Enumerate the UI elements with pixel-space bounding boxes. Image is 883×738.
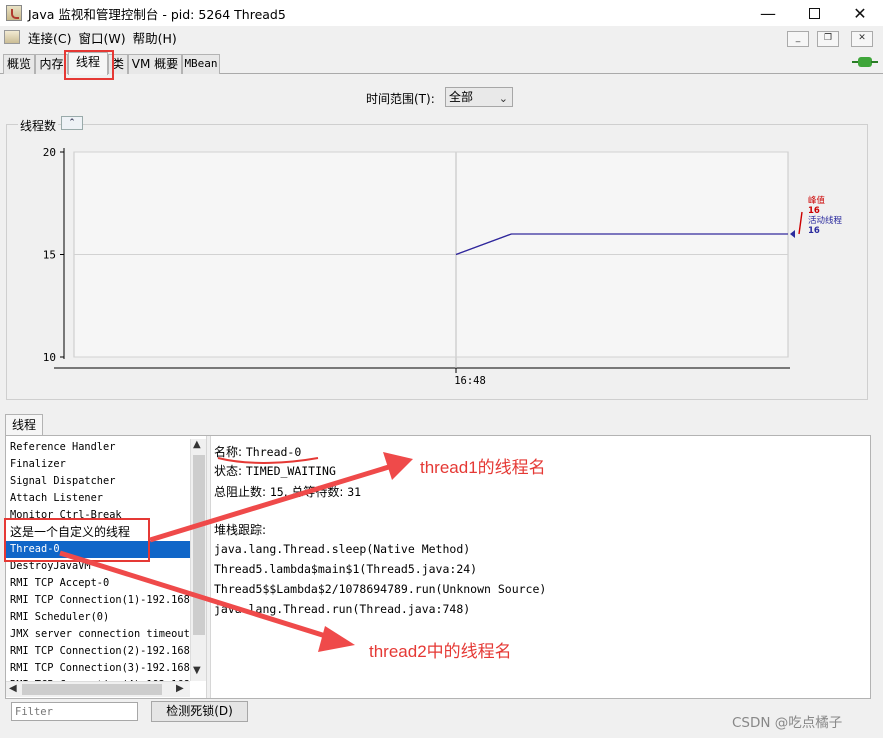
window-minimize-button[interactable]: — [745, 0, 791, 26]
window-maximize-button[interactable] [791, 0, 837, 26]
thread-filter-input[interactable] [11, 702, 138, 721]
menu-window[interactable]: 窗口(W) [76, 28, 130, 47]
thread-list-item[interactable]: RMI TCP Accept-0 [6, 575, 190, 592]
scroll-thumb[interactable] [193, 455, 205, 635]
thread-list-item[interactable]: Signal Dispatcher [6, 473, 190, 490]
tab-mbean[interactable]: MBean [182, 54, 220, 74]
scroll-left-icon[interactable]: ◀ [9, 683, 17, 694]
y-tick-label: 10 [43, 351, 56, 364]
annotation-thread1: thread1的线程名 [420, 458, 546, 477]
detail-state-row: 状态: TIMED_WAITING [214, 464, 336, 478]
thread-list-item[interactable]: RMI Scheduler(0) [6, 609, 190, 626]
custom-thread-highlight-box [4, 518, 150, 562]
scroll-up-icon[interactable]: ▲ [193, 439, 201, 450]
window-close-button[interactable]: ✕ [837, 0, 883, 26]
document-java-icon[interactable] [4, 30, 20, 44]
java-cup-icon [6, 5, 22, 21]
thread-list-item[interactable]: RMI TCP Connection(1)-192.168. [6, 592, 190, 609]
legend-peak-marker [798, 211, 803, 235]
time-range-label: 时间范围(T): [366, 92, 435, 106]
maximize-icon [808, 7, 820, 19]
inner-restore-button[interactable]: ❐ [817, 31, 839, 47]
thread-list-item[interactable]: Finalizer [6, 456, 190, 473]
legend-value: 16 [808, 206, 820, 216]
chevron-down-icon: ⌄ [498, 92, 508, 105]
thread-list-item[interactable]: JMX server connection timeout [6, 626, 190, 643]
stack-trace-label: 堆栈跟踪: [214, 523, 267, 537]
time-range-select[interactable]: 全部 ⌄ [445, 87, 513, 107]
legend-marker [790, 230, 795, 238]
detail-name-row: 名称: Thread-0 [214, 445, 302, 459]
scroll-right-icon[interactable]: ▶ [176, 683, 184, 694]
legend-value: 16 [808, 226, 820, 236]
legend-label: 活动线程 [808, 215, 843, 226]
inner-minimize-button[interactable]: _ [787, 31, 809, 47]
menu-help[interactable]: 帮助(H) [131, 28, 182, 47]
split-pane-divider[interactable] [206, 436, 211, 698]
jconsole-window: Java 监视和管理控制台 - pid: 5264 Thread5 — ✕ 连接… [0, 0, 883, 738]
thread-count-chart: 20151016:48峰值16活动线程16 [43, 146, 843, 387]
connection-plug-icon [852, 55, 878, 69]
tab-vm-summary[interactable]: VM 概要 [128, 54, 182, 74]
thread-list-item[interactable]: RMI TCP Connection(3)-192.168. [6, 660, 190, 677]
thread-list-vscrollbar[interactable]: ▲ ▼ [190, 439, 206, 681]
thread-list-item[interactable]: RMI TCP Connection(2)-192.168. [6, 643, 190, 660]
thread-list-item[interactable]: Reference Handler [6, 439, 190, 456]
threads-subtab[interactable]: 线程 [5, 414, 43, 436]
watermark: CSDN @吃点橘子 [732, 715, 843, 731]
thread-list-hscrollbar[interactable]: ◀ ▶ [6, 681, 190, 697]
annotation-thread2: thread2中的线程名 [369, 642, 512, 661]
window-title: Java 监视和管理控制台 - pid: 5264 Thread5 [28, 6, 286, 22]
menu-connection[interactable]: 连接(C) [26, 28, 76, 47]
inner-close-button[interactable]: ✕ [851, 31, 873, 47]
stack-frame: java.lang.Thread.sleep(Native Method) [214, 542, 471, 556]
tab-highlight-box [64, 50, 114, 80]
menu-bar: 连接(C) 窗口(W) 帮助(H) [0, 26, 883, 48]
stack-frame: Thread5$$Lambda$2/1078694789.run(Unknown… [214, 582, 547, 596]
stack-frame: Thread5.lambda$main$1(Thread5.java:24) [214, 562, 478, 576]
thread-name-value: Thread-0 [245, 445, 302, 459]
tab-overview[interactable]: 概览 [3, 54, 35, 74]
scroll-down-icon[interactable]: ▼ [193, 665, 201, 676]
thread-state-value: TIMED_WAITING [245, 464, 336, 478]
detail-counts-row: 总阻止数: 15, 总等待数: 31 [214, 485, 362, 499]
x-tick-label: 16:48 [454, 375, 486, 387]
detect-deadlock-button[interactable]: 检测死锁(D) [151, 701, 248, 722]
y-tick-label: 15 [43, 249, 56, 262]
thread-list-item[interactable]: Attach Listener [6, 490, 190, 507]
y-tick-label: 20 [43, 146, 56, 159]
stack-frame: java.lang.Thread.run(Thread.java:748) [214, 602, 471, 616]
time-range-value: 全部 [449, 90, 474, 104]
hscroll-thumb[interactable] [22, 684, 162, 695]
legend-label: 峰值 [808, 195, 826, 206]
tab-bar: 概览 内存 线程 类 VM 概要 MBean [0, 52, 883, 75]
